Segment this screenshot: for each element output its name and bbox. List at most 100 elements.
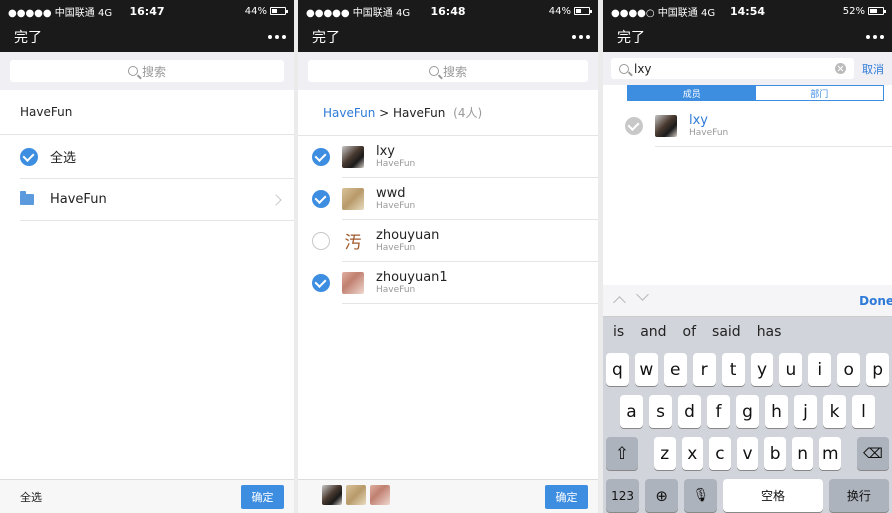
microphone-icon[interactable]: 🎙 — [684, 479, 718, 512]
key[interactable]: k — [823, 395, 846, 428]
folder-icon — [20, 191, 34, 205]
search-input[interactable]: 搜索 — [308, 60, 588, 82]
key[interactable]: w — [634, 353, 658, 386]
suggestion[interactable]: has — [757, 324, 782, 340]
tab-departments[interactable]: 部门 — [756, 86, 884, 100]
avatar — [342, 145, 364, 168]
list-item[interactable]: 汚 zhouyuan HaveFun — [312, 220, 598, 262]
unchecked-icon[interactable] — [312, 232, 330, 250]
key[interactable]: g — [736, 395, 759, 428]
checked-icon[interactable] — [312, 148, 330, 166]
key[interactable]: t — [721, 353, 745, 386]
key[interactable]: l — [852, 395, 875, 428]
suggestion[interactable]: of — [683, 324, 697, 340]
nav-bar: 完了 — [0, 22, 294, 52]
member-name: wwd — [376, 185, 406, 201]
key[interactable]: o — [837, 353, 861, 386]
key[interactable]: f — [707, 395, 730, 428]
selected-avatar[interactable] — [370, 485, 390, 505]
list-item[interactable]: lxy HaveFun — [312, 136, 598, 178]
key[interactable]: u — [779, 353, 803, 386]
done-button[interactable]: 完了 — [14, 27, 42, 47]
return-key[interactable]: 换行 — [828, 479, 890, 512]
key-row-1: q w e r t y u i o p — [603, 353, 892, 386]
key[interactable]: y — [750, 353, 774, 386]
chevron-right-icon — [270, 193, 282, 206]
more-icon[interactable] — [866, 35, 884, 39]
checked-icon[interactable] — [312, 274, 330, 292]
select-all-row[interactable]: 全选 — [20, 135, 294, 179]
key[interactable]: m — [819, 437, 842, 470]
folder-name: HaveFun — [50, 192, 107, 207]
selected-avatar[interactable] — [346, 485, 366, 505]
key[interactable]: r — [692, 353, 716, 386]
chevron-down-icon[interactable] — [636, 288, 649, 301]
search-placeholder: 搜索 — [141, 64, 166, 79]
battery-percent: 52% — [842, 5, 865, 17]
screen-search: ●●●●○ 中国联通 4G 14:54 52% 完了 lxy 取消 成员 部门 … — [603, 0, 892, 513]
search-input[interactable]: 搜索 — [10, 60, 284, 82]
key[interactable]: p — [866, 353, 890, 386]
confirm-button[interactable]: 确定 — [241, 484, 284, 509]
carrier-label: ●●●●● 中国联通 4G — [306, 7, 411, 19]
suggestion[interactable]: said — [712, 324, 741, 340]
search-value: lxy — [634, 61, 652, 76]
key[interactable]: q — [606, 353, 629, 386]
key[interactable]: d — [678, 395, 701, 428]
key[interactable]: n — [791, 437, 814, 470]
selected-avatar[interactable] — [322, 485, 342, 505]
result-org: HaveFun — [689, 127, 729, 138]
clear-icon[interactable] — [835, 63, 846, 74]
confirm-button[interactable]: 确定 — [545, 484, 588, 509]
clock: 14:54 — [729, 4, 766, 18]
bottom-select-all[interactable]: 全选 — [20, 489, 42, 505]
member-org: HaveFun — [376, 200, 416, 211]
chevron-up-icon[interactable] — [613, 296, 626, 309]
bottom-bar: 确定 — [298, 479, 598, 513]
key[interactable]: a — [620, 395, 643, 428]
done-button[interactable]: 完了 — [617, 27, 645, 47]
done-button[interactable]: 完了 — [312, 27, 340, 47]
breadcrumb-current: HaveFun — [393, 106, 446, 120]
search-result[interactable]: lxy HaveFun — [625, 105, 892, 147]
tab-members[interactable]: 成员 — [628, 86, 756, 100]
status-bar: ●●●●● 中国联通 4G 16:47 44% — [0, 0, 294, 22]
shift-key-icon[interactable]: ⇧ — [606, 437, 638, 470]
key[interactable]: c — [709, 437, 731, 470]
suggestion[interactable]: is — [613, 324, 624, 340]
key[interactable]: e — [663, 353, 687, 386]
key[interactable]: z — [653, 437, 676, 470]
selected-avatars — [322, 485, 394, 508]
checked-icon[interactable] — [312, 190, 330, 208]
keyboard-done-button[interactable]: Done — [859, 294, 892, 308]
search-bar: 搜索 — [298, 52, 598, 90]
more-icon[interactable] — [572, 35, 590, 39]
nav-bar: 完了 — [298, 22, 598, 52]
battery-icon — [270, 7, 288, 15]
key[interactable]: h — [765, 395, 788, 428]
list-item[interactable]: wwd HaveFun — [312, 178, 598, 220]
key-row-4: 123 ⊕ 🎙 空格 换行 — [603, 479, 892, 512]
bottom-bar: 全选 确定 — [0, 479, 294, 513]
suggestion[interactable]: and — [640, 324, 666, 340]
status-bar: ●●●●● 中国联通 4G 16:48 44% — [298, 0, 598, 22]
numbers-key[interactable]: 123 — [606, 479, 640, 512]
globe-icon[interactable]: ⊕ — [645, 479, 679, 512]
key[interactable]: s — [649, 395, 672, 428]
key[interactable]: v — [736, 437, 759, 470]
backspace-key-icon[interactable]: ⌫ — [857, 437, 889, 470]
breadcrumb-root[interactable]: HaveFun — [323, 106, 375, 120]
key[interactable]: i — [808, 353, 832, 386]
space-key[interactable]: 空格 — [723, 479, 823, 512]
breadcrumb-separator: > — [375, 106, 394, 120]
search-input[interactable]: lxy — [611, 58, 854, 79]
key[interactable]: j — [794, 395, 817, 428]
list-item[interactable]: zhouyuan1 HaveFun — [312, 262, 598, 304]
folder-row[interactable]: HaveFun — [20, 179, 294, 221]
checked-icon[interactable] — [20, 147, 38, 166]
battery-percent: 44% — [244, 5, 267, 17]
more-icon[interactable] — [268, 35, 286, 39]
key[interactable]: b — [764, 437, 786, 470]
key[interactable]: x — [681, 437, 704, 470]
cancel-button[interactable]: 取消 — [862, 61, 884, 77]
